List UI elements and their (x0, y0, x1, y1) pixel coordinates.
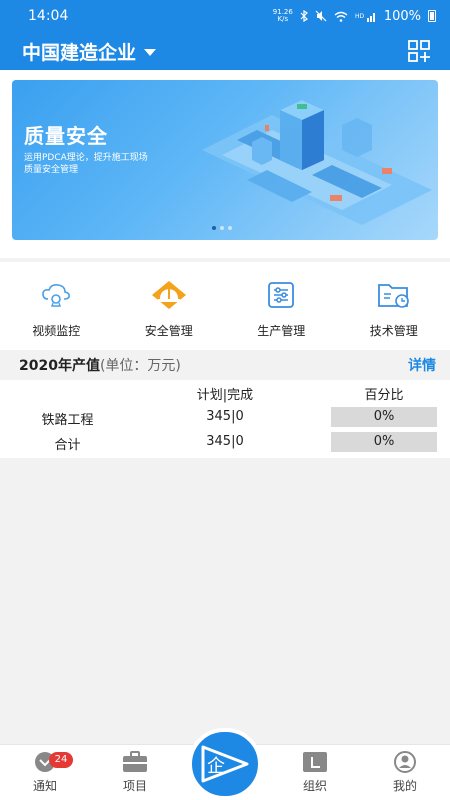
detail-link[interactable]: 详情 (408, 355, 436, 375)
func-label: 视频监控 (32, 324, 81, 338)
nav-label: 项目 (122, 779, 147, 793)
nav-label: 组织 (302, 779, 327, 793)
center-label: 企 (207, 756, 225, 777)
row-plan: 345|0 (206, 434, 244, 449)
sliders-icon (263, 280, 299, 310)
status-bar: 14:04 91.26 K/s HD 100% (0, 0, 450, 32)
output-header: 2020年产值(单位：万元) 详情 (0, 350, 450, 380)
row-name: 铁路工程 (41, 413, 94, 428)
folder-icon (376, 280, 412, 310)
enterprise-icon: 企 (201, 745, 249, 783)
net-speed: 91.26 K/s (272, 8, 293, 23)
func-label: 技术管理 (369, 324, 418, 338)
column-header-plan: 计划|完成 (196, 388, 254, 403)
org-icon (303, 752, 327, 772)
output-unit: (单位：万元) (99, 358, 181, 374)
carousel-dot[interactable] (212, 226, 216, 230)
function-grid: 视频监控 安全管理 生产管理 技术管理 (0, 262, 450, 350)
output-panel: 2020年产值(单位：万元) 详情 计划|完成 百分比 铁路工程 345|0 0… (0, 350, 450, 458)
table-row: 铁路工程 345|0 0% (0, 405, 450, 430)
banner-description: 运用PDCA理论，提升施工现场 质量安全管理 (24, 153, 148, 175)
hardhat-icon (151, 280, 187, 310)
func-label: 安全管理 (144, 324, 193, 338)
row-name: 合计 (54, 438, 81, 453)
carousel-dot[interactable] (228, 226, 232, 230)
func-safety-management[interactable]: 安全管理 (113, 262, 226, 350)
notice-badge: 24 (49, 752, 73, 768)
company-selector[interactable]: 中国建造企业 (22, 38, 157, 65)
status-icons: 91.26 K/s HD 100% (273, 9, 436, 24)
func-production-management[interactable]: 生产管理 (225, 262, 338, 350)
nav-project[interactable]: 项目 (105, 751, 165, 794)
carousel-dots (212, 226, 232, 230)
chevron-down-icon (144, 48, 157, 56)
nav-label: 通知 (32, 779, 57, 793)
battery-percent: 100% (383, 8, 421, 24)
output-heading: 2020年产值(单位：万元) (19, 355, 181, 375)
row-percent: 0% (331, 432, 437, 452)
table-header-row: 计划|完成 百分比 (0, 380, 450, 405)
user-icon (394, 751, 416, 773)
nav-label: 我的 (392, 779, 417, 793)
battery-icon (428, 10, 436, 22)
bluetooth-icon (300, 10, 308, 22)
banner-section: 质量安全 运用PDCA理论，提升施工现场 质量安全管理 (0, 70, 450, 258)
func-label: 生产管理 (257, 324, 306, 338)
briefcase-icon (123, 751, 147, 772)
banner-carousel[interactable]: 质量安全 运用PDCA理论，提升施工现场 质量安全管理 (12, 80, 438, 240)
table-row: 合计 345|0 0% (0, 430, 450, 455)
row-plan: 345|0 (206, 409, 244, 424)
status-time: 14:04 (28, 8, 69, 24)
cloud-camera-icon (38, 280, 74, 310)
signal-icon: HD (355, 12, 375, 22)
column-header-percent: 百分比 (364, 388, 404, 403)
qr-add-icon[interactable] (408, 40, 432, 62)
nav-org[interactable]: 组织 (285, 751, 345, 794)
func-tech-management[interactable]: 技术管理 (338, 262, 450, 350)
company-name: 中国建造企业 (22, 41, 137, 64)
nav-notice[interactable]: 24 通知 (15, 751, 75, 794)
wifi-icon (334, 11, 348, 22)
mute-icon (315, 10, 327, 22)
func-video-monitor[interactable]: 视频监控 (0, 262, 113, 350)
carousel-dot[interactable] (220, 226, 224, 230)
app-header: 中国建造企业 (0, 32, 450, 70)
output-title: 2020年产值 (19, 358, 100, 374)
row-percent: 0% (331, 407, 437, 427)
banner-title: 质量安全 (24, 124, 108, 148)
nav-mine[interactable]: 我的 (375, 751, 435, 794)
svg-text:HD: HD (355, 13, 365, 20)
center-enterprise-button[interactable]: 企 (188, 728, 262, 800)
